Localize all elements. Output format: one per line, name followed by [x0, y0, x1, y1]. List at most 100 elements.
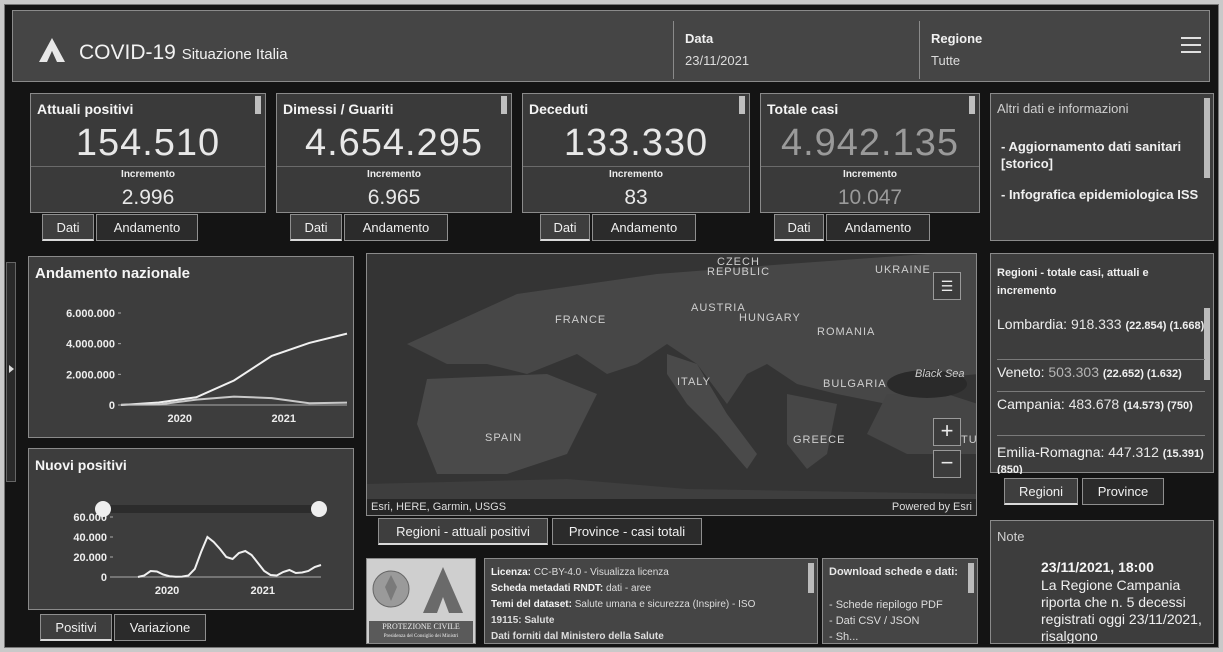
- app-title: COVID-19 Situazione Italia: [79, 41, 288, 64]
- x-tick-label: 2020: [168, 413, 192, 425]
- map-label-france: FRANCE: [555, 314, 607, 326]
- dataset-themes-line: Temi del dataset: Salute umana e sicurez…: [491, 599, 756, 610]
- region-row-emilia-romagna[interactable]: Emilia-Romagna: 447.312 (15.391) (850): [997, 444, 1205, 474]
- date-value: 23/11/2021: [685, 53, 750, 68]
- protezione-civile-logo: PROTEZIONE CIVILE Presidenza del Consigli…: [369, 621, 473, 643]
- map-label-black-sea: Black Sea: [915, 368, 965, 380]
- legend-list-icon[interactable]: ☰: [933, 272, 961, 300]
- hamburger-menu-icon[interactable]: [1181, 37, 1201, 57]
- andamento-nazionale-panel: Andamento nazionale 6.000.000 4.000.000 2.…: [28, 256, 354, 438]
- andamento-chart: 6.000.000 4.000.000 2.000.000 0 2020 2021: [66, 308, 348, 425]
- altri-dati-panel: Altri dati e informazioni - Aggiornament…: [990, 93, 1214, 241]
- kpi-title: Attuali positivi: [37, 101, 134, 117]
- kpi-increment-label: Incremento: [609, 169, 663, 180]
- link-infografica-iss[interactable]: - Infografica epidemiologica ISS: [1001, 186, 1201, 203]
- link-more[interactable]: - Sh...: [829, 631, 858, 643]
- tab-dati-deceduti[interactable]: Dati: [540, 214, 590, 241]
- regioni-panel: Regioni - totale casi, attuali e increme…: [990, 253, 1214, 474]
- map-label-italy: ITALY: [677, 376, 711, 388]
- kpi-title: Dimessi / Guariti: [283, 101, 394, 117]
- kpi-value: 133.330: [563, 122, 709, 164]
- tab-province[interactable]: Province: [1082, 478, 1164, 505]
- logos-panel: PROTEZIONE CIVILE Presidenza del Consigli…: [366, 558, 476, 644]
- tab-positivi[interactable]: Positivi: [40, 614, 112, 641]
- map-label-hungary: HUNGARY: [739, 312, 801, 324]
- map-label-romania: ROMANIA: [817, 326, 876, 338]
- powered-by-esri[interactable]: Powered by Esri: [892, 501, 972, 513]
- map-label-ukraine: UKRAINE: [875, 264, 931, 276]
- nuovi-positivi-panel: Nuovi positivi 60.000 40.000 20.000 0 2020 20…: [28, 448, 354, 610]
- kpi-increment-value: 6.965: [367, 186, 421, 209]
- tab-regioni-attuali-positivi[interactable]: Regioni - attuali positivi: [378, 518, 548, 545]
- kpi-increment-value: 2.996: [121, 186, 175, 209]
- header-bar: COVID-19 Situazione Italia Data 23/11/20…: [12, 10, 1210, 82]
- y-tick-label: 0: [101, 572, 107, 584]
- tab-dati-totale[interactable]: Dati: [774, 214, 824, 241]
- kpi-dimessi-guariti: Dimessi / Guariti 4.654.295 Incremento 6…: [276, 93, 512, 213]
- series-line-0: [120, 332, 348, 406]
- note-title: Note: [997, 529, 1025, 544]
- region-label: Regione: [931, 31, 983, 46]
- tab-andamento-deceduti[interactable]: Andamento: [592, 214, 696, 241]
- map-label-bulgaria: BULGARIA: [823, 378, 887, 390]
- kpi-attuali-positivi: Attuali positivi 154.510 Incremento 2.99…: [30, 93, 266, 213]
- y-tick-label: 20.000: [73, 552, 107, 564]
- tab-andamento-dimessi[interactable]: Andamento: [344, 214, 448, 241]
- kpi-increment-label: Incremento: [367, 169, 421, 180]
- kpi-value: 4.654.295: [304, 122, 484, 164]
- map-label-spain: SPAIN: [485, 432, 523, 444]
- emblem-logo-icon: [372, 567, 463, 613]
- region-row-campania[interactable]: Campania: 483.678 (14.573) (750): [997, 396, 1205, 436]
- download-title: Download schede e dati:: [829, 566, 958, 578]
- note-text: La Regione Campania riporta che n. 5 dec…: [1041, 577, 1202, 644]
- license-panel: Licenza: CC-BY-4.0 - Visualizza licenza …: [484, 558, 818, 644]
- range-slider-track: [101, 505, 319, 513]
- kpi-title: Totale casi: [767, 101, 839, 117]
- map-label-austria: AUSTRIA: [691, 302, 746, 314]
- y-tick-label: 0: [109, 400, 115, 412]
- altri-dati-title: Altri dati e informazioni: [997, 101, 1129, 116]
- source-line: Dati forniti dal Ministero della Salute: [491, 631, 664, 642]
- chevron-right-icon: [9, 365, 14, 373]
- tab-andamento-totale[interactable]: Andamento: [826, 214, 930, 241]
- tab-andamento-attuali[interactable]: Andamento: [96, 214, 198, 241]
- note-date: 23/11/2021, 18:00: [1041, 559, 1154, 575]
- y-tick-label: 4.000.000: [66, 339, 115, 351]
- map-label-turkey: TURKEY: [961, 434, 977, 446]
- tab-dati-attuali[interactable]: Dati: [42, 214, 94, 241]
- kpi-totale-casi: Totale casi 4.942.135 Incremento 10.047: [760, 93, 980, 213]
- protezione-civile-logo-icon: [39, 38, 65, 62]
- nuovi-positivi-chart: 60.000 40.000 20.000 0 2020 2021: [73, 501, 327, 597]
- date-label: Data: [685, 31, 714, 46]
- range-slider-handle-end: [311, 501, 327, 517]
- map-view[interactable]: CZECH REPUBLIC UKRAINE FRANCE AUSTRIA HU…: [366, 253, 977, 516]
- x-tick-label: 2021: [271, 413, 295, 425]
- metadata-line: Scheda metadati RNDT: dati - aree: [491, 583, 652, 594]
- kpi-deceduti: Deceduti 133.330 Incremento 83: [522, 93, 750, 213]
- y-tick-label: 60.000: [73, 512, 107, 524]
- region-value[interactable]: Tutte: [931, 53, 960, 68]
- region-row-veneto[interactable]: Veneto: 503.303 (22.652) (1.632): [997, 364, 1205, 392]
- kpi-value: 154.510: [75, 122, 221, 164]
- zoom-in-button[interactable]: +: [933, 418, 961, 446]
- kpi-increment-value: 10.047: [837, 186, 903, 209]
- region-row-lombardia[interactable]: Lombardia: 918.333 (22.854) (1.668): [997, 316, 1205, 360]
- link-schede-pdf[interactable]: - Schede riepilogo PDF: [829, 599, 943, 611]
- map-label-republic: REPUBLIC: [707, 266, 771, 278]
- side-panel-toggle[interactable]: [6, 262, 16, 482]
- y-tick-label: 40.000: [73, 532, 107, 544]
- tab-variazione[interactable]: Variazione: [114, 614, 206, 641]
- kpi-increment-label: Incremento: [843, 169, 897, 180]
- link-aggiornamento-dati[interactable]: - Aggiornamento dati sanitari [storico]: [1001, 138, 1201, 172]
- map-attribution: Esri, HERE, Garmin, USGS: [371, 501, 507, 513]
- tab-regioni[interactable]: Regioni: [1004, 478, 1078, 505]
- kpi-title: Deceduti: [529, 101, 589, 117]
- tab-province-casi-totali[interactable]: Province - casi totali: [552, 518, 702, 545]
- note-panel: Note 23/11/2021, 18:00 La Regione Campan…: [990, 520, 1214, 644]
- download-panel: Download schede e dati: - Schede riepilo…: [822, 558, 978, 644]
- regioni-title: Regioni - totale casi, attuali e increme…: [997, 267, 1149, 297]
- link-dati-csv-json[interactable]: - Dati CSV / JSON: [829, 615, 919, 627]
- tab-dati-dimessi[interactable]: Dati: [290, 214, 342, 241]
- kpi-increment-label: Incremento: [121, 169, 175, 180]
- zoom-out-button[interactable]: −: [933, 450, 961, 478]
